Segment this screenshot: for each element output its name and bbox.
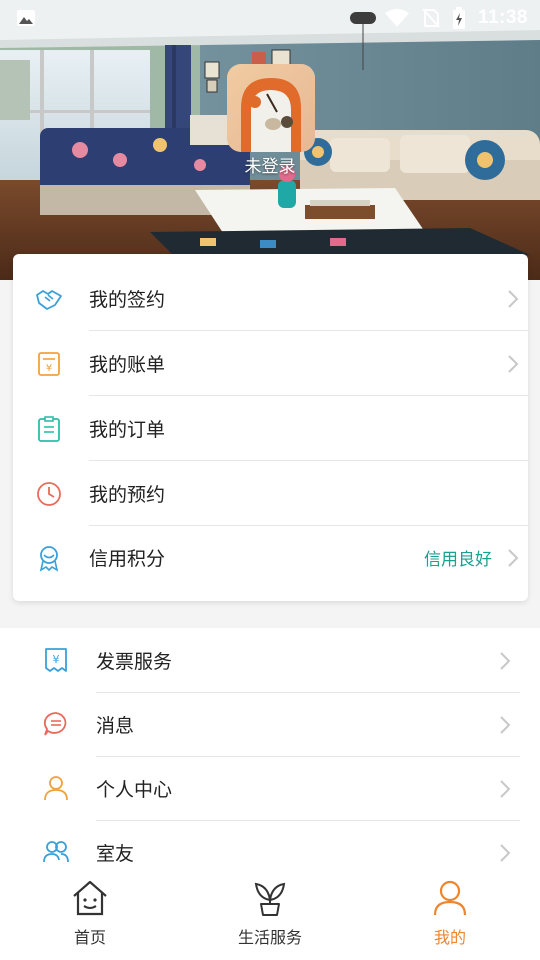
list-item-profile-center[interactable]: 个人中心 bbox=[0, 756, 540, 821]
bottom-navigation: 首页 生活服务 我的 bbox=[0, 864, 540, 960]
credit-status: 信用良好 bbox=[424, 550, 492, 570]
list-item-roommates[interactable]: 室友 bbox=[0, 820, 540, 864]
avatar[interactable] bbox=[227, 64, 315, 152]
svg-text:¥: ¥ bbox=[53, 653, 60, 666]
chevron-right-icon bbox=[500, 844, 511, 862]
chevron-right-icon bbox=[500, 780, 511, 798]
menu-item-label: 我的预约 bbox=[89, 484, 166, 506]
house-icon bbox=[73, 880, 107, 916]
handshake-icon bbox=[36, 290, 62, 310]
menu-item-appointments[interactable]: 我的预约 bbox=[13, 461, 528, 526]
login-status-text[interactable]: 未登录 bbox=[0, 152, 540, 177]
menu-item-credit-score[interactable]: 信用积分 信用良好 bbox=[13, 525, 528, 590]
nav-tab-life-services[interactable]: 生活服务 bbox=[180, 864, 360, 960]
services-list: ¥ 发票服务 消息 个人中心 室友 bbox=[0, 628, 540, 864]
menu-item-label: 信用积分 bbox=[89, 548, 166, 570]
account-card: 我的签约 ¥ 我的账单 我的订单 我的预约 信用积分 信用良好 bbox=[13, 254, 528, 601]
chevron-right-icon bbox=[500, 716, 511, 734]
menu-item-signing[interactable]: 我的签约 bbox=[13, 266, 528, 331]
chevron-right-icon bbox=[500, 652, 511, 670]
clipboard-icon bbox=[38, 416, 60, 442]
invoice-icon: ¥ bbox=[45, 648, 67, 672]
plant-icon bbox=[254, 882, 286, 916]
svg-text:¥: ¥ bbox=[46, 363, 52, 374]
list-item-invoice[interactable]: ¥ 发票服务 bbox=[0, 628, 540, 693]
status-time: 11:38 bbox=[477, 7, 528, 28]
award-icon bbox=[39, 546, 59, 572]
nav-label: 首页 bbox=[73, 928, 106, 947]
list-item-label: 室友 bbox=[96, 843, 135, 864]
gallery-notification-icon bbox=[17, 10, 35, 26]
menu-item-label: 我的签约 bbox=[89, 289, 166, 311]
chevron-right-icon bbox=[508, 549, 519, 567]
clock-icon bbox=[37, 482, 61, 506]
list-item-messages[interactable]: 消息 bbox=[0, 692, 540, 757]
list-item-label: 发票服务 bbox=[96, 651, 173, 673]
chevron-right-icon bbox=[508, 355, 519, 373]
menu-item-bills[interactable]: ¥ 我的账单 bbox=[13, 331, 528, 396]
no-sim-icon bbox=[422, 8, 440, 28]
wifi-icon bbox=[384, 9, 409, 27]
menu-item-label: 我的账单 bbox=[89, 354, 166, 376]
person-icon bbox=[433, 880, 467, 916]
nav-tab-home[interactable]: 首页 bbox=[0, 864, 180, 960]
message-icon bbox=[43, 712, 67, 736]
list-item-label: 消息 bbox=[96, 715, 135, 737]
battery-icon bbox=[452, 7, 465, 29]
menu-item-orders[interactable]: 我的订单 bbox=[13, 396, 528, 461]
nav-tab-mine[interactable]: 我的 bbox=[360, 864, 540, 960]
roommates-icon bbox=[43, 841, 69, 863]
user-icon bbox=[44, 776, 68, 801]
chevron-right-icon bbox=[508, 290, 519, 308]
list-item-label: 个人中心 bbox=[96, 779, 173, 801]
nav-label: 我的 bbox=[433, 928, 466, 947]
bill-icon: ¥ bbox=[38, 352, 60, 376]
nav-label: 生活服务 bbox=[237, 928, 302, 947]
menu-item-label: 我的订单 bbox=[89, 419, 166, 441]
avatar-image bbox=[227, 64, 315, 152]
status-bar: 11:38 bbox=[0, 0, 540, 36]
